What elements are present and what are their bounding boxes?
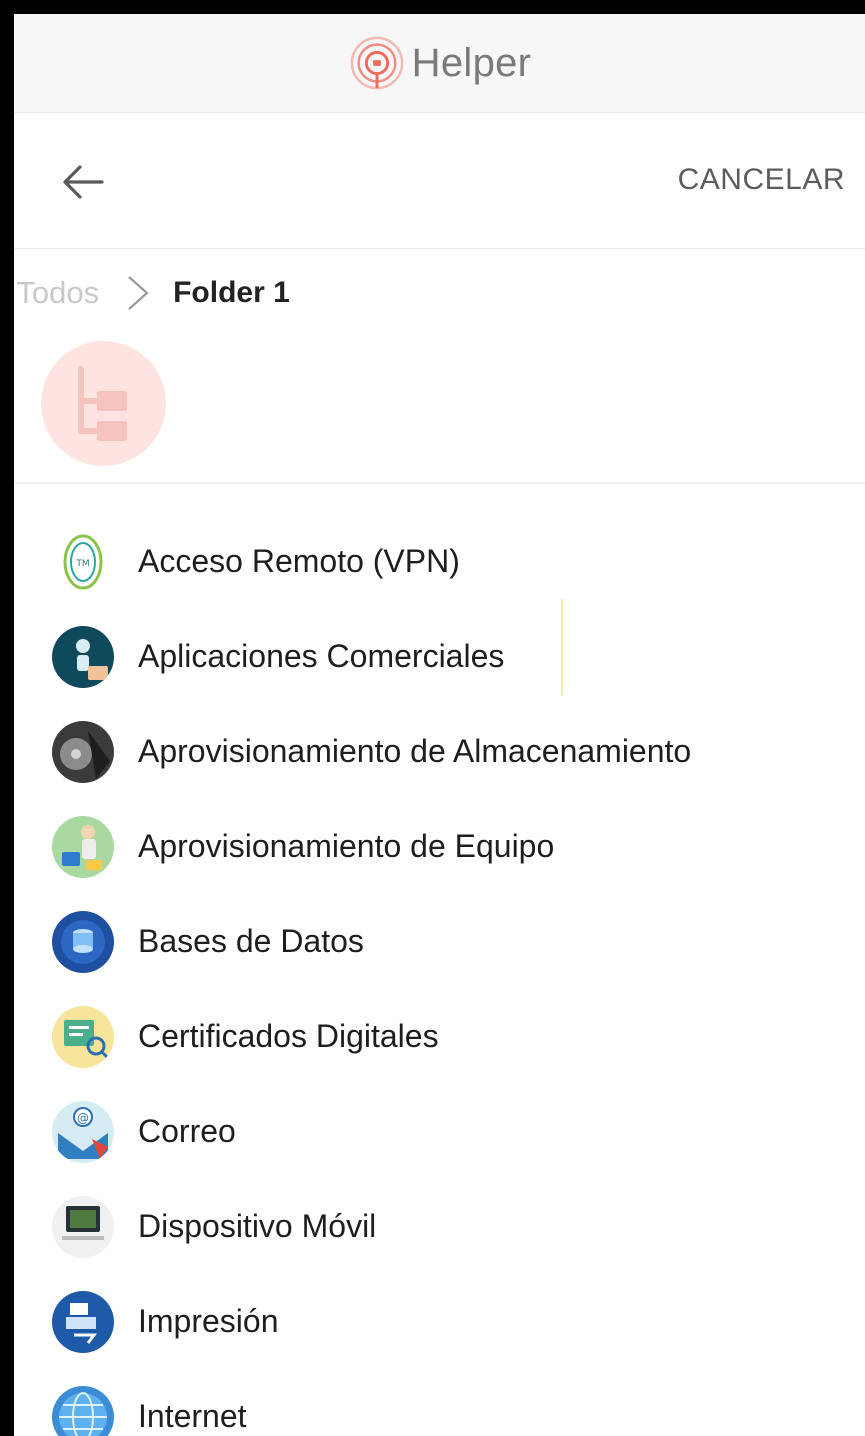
- svg-text:TM: TM: [75, 559, 89, 569]
- list-item-label: Internet: [138, 1398, 247, 1434]
- list-item[interactable]: Bases de Datos: [14, 894, 865, 989]
- business-apps-icon: [52, 625, 114, 688]
- storage-disk-icon: [52, 720, 114, 783]
- vpn-icon: TM: [60, 531, 106, 593]
- service-list: TM Acceso Remoto (VPN) Aplicaciones Come…: [14, 514, 865, 1436]
- breadcrumb-current: Folder 1: [173, 276, 290, 309]
- app-title: Helper: [411, 40, 532, 85]
- chevron-right-icon: [128, 276, 149, 310]
- list-item-label: Correo: [138, 1113, 236, 1149]
- toolbar: CANCELAR: [14, 113, 865, 249]
- app-header: Helper: [14, 14, 865, 113]
- list-item-label: Aprovisionamiento de Almacenamiento: [138, 733, 692, 769]
- list-item[interactable]: @ Correo: [14, 1084, 865, 1179]
- globe-icon: [52, 1385, 114, 1436]
- brand: Helper: [348, 34, 532, 92]
- equipment-icon: [52, 815, 114, 878]
- helper-logo-icon: [350, 36, 404, 90]
- list-item-label: Acceso Remoto (VPN): [138, 543, 460, 579]
- divider: [14, 482, 865, 484]
- cancel-button[interactable]: CANCELAR: [678, 163, 845, 197]
- arrow-left-icon[interactable]: [62, 161, 104, 203]
- printer-icon: [52, 1290, 114, 1353]
- list-item[interactable]: Impresión: [14, 1274, 865, 1369]
- svg-text:@: @: [77, 1111, 89, 1125]
- list-item-label: Aprovisionamiento de Equipo: [138, 828, 555, 864]
- certificate-icon: [52, 1005, 114, 1068]
- list-item[interactable]: Certificados Digitales: [14, 989, 865, 1084]
- text-cursor: [561, 599, 563, 695]
- list-item[interactable]: Aprovisionamiento de Equipo: [14, 799, 865, 894]
- database-icon: [52, 910, 114, 973]
- list-item-label: Dispositivo Móvil: [138, 1208, 377, 1244]
- folder-tree-icon: [78, 366, 127, 441]
- folder-avatar: [41, 341, 166, 466]
- breadcrumb: r Todos Folder 1: [14, 268, 865, 318]
- mail-icon: @: [52, 1100, 114, 1163]
- list-item[interactable]: Dispositivo Móvil: [14, 1179, 865, 1274]
- app-screen: Helper CANCELAR r Todos Folder 1: [14, 14, 865, 1436]
- mobile-device-icon: [52, 1195, 114, 1258]
- breadcrumb-previous[interactable]: r Todos: [14, 275, 99, 311]
- list-item[interactable]: Internet: [14, 1369, 865, 1436]
- list-item-label: Impresión: [138, 1303, 279, 1339]
- list-item[interactable]: Aprovisionamiento de Almacenamiento: [14, 704, 865, 799]
- list-item-label: Bases de Datos: [138, 923, 364, 959]
- list-item-label: Aplicaciones Comerciales: [138, 638, 505, 674]
- list-item-label: Certificados Digitales: [138, 1018, 439, 1054]
- list-item[interactable]: Aplicaciones Comerciales: [14, 609, 865, 704]
- list-item[interactable]: TM Acceso Remoto (VPN): [14, 514, 865, 609]
